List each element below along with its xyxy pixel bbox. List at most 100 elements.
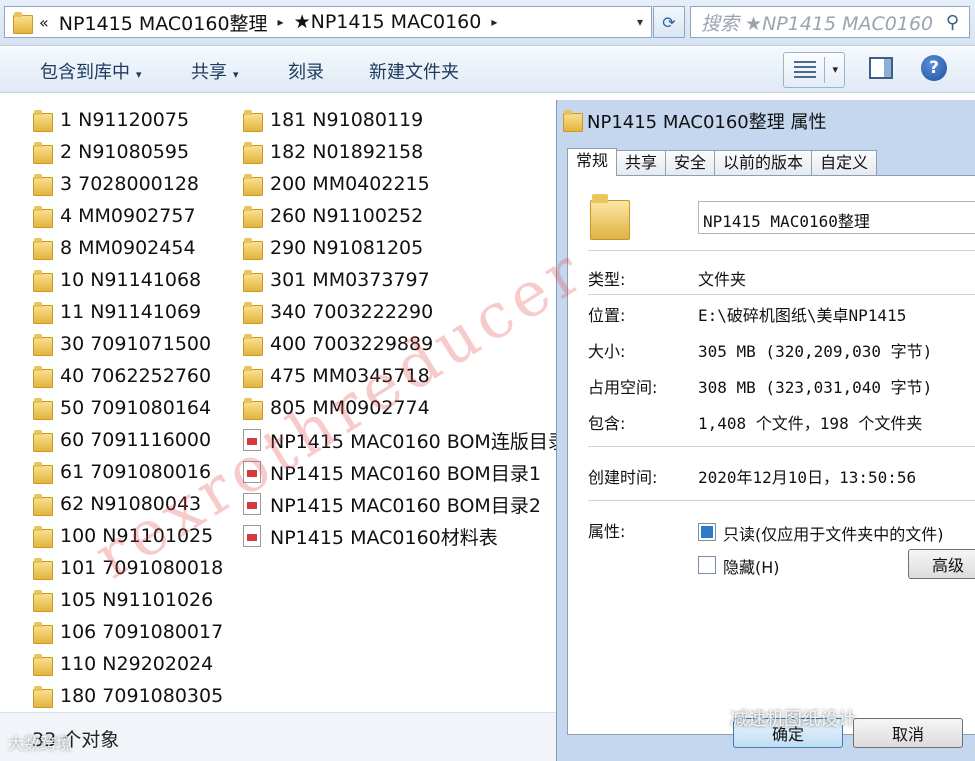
breadcrumb-separator-icon[interactable]: ▸ (491, 15, 497, 29)
item-count: 33 个对象 (32, 729, 120, 751)
readonly-label[interactable]: 只读(仅应用于文件夹中的文件) (723, 521, 944, 545)
tab-customize[interactable]: 自定义 (811, 150, 878, 176)
hidden-label[interactable]: 隐藏(H) (723, 554, 780, 578)
document-item[interactable]: NP1415 MAC0160 BOM连版目录 (243, 424, 567, 456)
folder-item[interactable]: 50 7091080164 (33, 392, 223, 424)
folder-item[interactable]: 200 MM0402215 (243, 168, 567, 200)
item-label: 475 MM0345718 (270, 365, 430, 387)
document-item[interactable]: NP1415 MAC0160 BOM目录1 (243, 456, 567, 488)
folder-item[interactable]: 2 N91080595 (33, 136, 223, 168)
advanced-button[interactable]: 高级 (908, 549, 975, 579)
item-label: 101 7091080018 (60, 557, 224, 579)
search-icon[interactable]: ⚲ (946, 12, 959, 33)
folder-item[interactable]: 40 7062252760 (33, 360, 223, 392)
new-folder-button[interactable]: 新建文件夹 (369, 58, 459, 84)
breadcrumb[interactable]: « NP1415 MAC0160整理 ▸ ★NP1415 MAC0160 ▸ ▾ (4, 6, 652, 38)
dialog-title: NP1415 MAC0160整理 属性 (587, 112, 827, 133)
item-label: 60 7091116000 (60, 429, 212, 451)
refresh-button[interactable]: ⟳ (653, 6, 685, 38)
folder-item[interactable]: 301 MM0373797 (243, 264, 567, 296)
item-label: 400 7003229889 (270, 333, 434, 355)
item-label: 290 N91081205 (270, 237, 424, 259)
document-item[interactable]: NP1415 MAC0160 BOM目录2 (243, 488, 567, 520)
folder-item[interactable]: 290 N91081205 (243, 232, 567, 264)
document-item[interactable]: NP1415 MAC0160材料表 (243, 520, 567, 552)
folder-icon (243, 110, 263, 132)
type-label: 类型: (588, 270, 626, 289)
folder-item[interactable]: 340 7003222290 (243, 296, 567, 328)
folder-item[interactable]: 260 N91100252 (243, 200, 567, 232)
folder-icon (13, 12, 33, 34)
disk-size-label: 占用空间: (588, 378, 658, 397)
share-button[interactable]: 共享 ▾ (191, 58, 239, 84)
item-label: NP1415 MAC0160材料表 (270, 526, 498, 549)
tab-sharing[interactable]: 共享 (616, 150, 667, 176)
folder-item[interactable]: 105 N91101026 (33, 584, 223, 616)
location-label: 位置: (588, 306, 626, 325)
folder-icon (33, 142, 53, 164)
item-label: 10 N91141068 (60, 269, 202, 291)
folder-item[interactable]: 61 7091080016 (33, 456, 223, 488)
item-label: 4 MM0902757 (60, 205, 196, 227)
breadcrumb-item-parent[interactable]: NP1415 MAC0160整理 (59, 9, 268, 36)
folder-icon (243, 142, 263, 164)
folder-name-field[interactable]: NP1415 MAC0160整理 (698, 201, 975, 234)
folder-icon (243, 206, 263, 228)
ok-button[interactable]: 确定 (733, 718, 843, 748)
folder-item[interactable]: 110 N29202024 (33, 648, 223, 680)
item-label: 181 N91080119 (270, 109, 424, 131)
breadcrumb-separator-icon[interactable]: ▸ (278, 15, 284, 29)
change-view-button[interactable]: ▾ (783, 52, 845, 88)
readonly-checkbox[interactable] (698, 523, 716, 541)
folder-icon (33, 238, 53, 260)
folder-item[interactable]: 3 7028000128 (33, 168, 223, 200)
burn-button[interactable]: 刻录 (288, 58, 324, 84)
search-input[interactable]: 搜索 ★NP1415 MAC0160 ⚲ (690, 6, 970, 38)
folder-item[interactable]: 182 N01892158 (243, 136, 567, 168)
folder-item[interactable]: 8 MM0902454 (33, 232, 223, 264)
dialog-tabs: 常规 共享 安全 以前的版本 自定义 (567, 148, 878, 176)
folder-item[interactable]: 400 7003229889 (243, 328, 567, 360)
tab-previous-versions[interactable]: 以前的版本 (714, 150, 813, 176)
item-label: 40 7062252760 (60, 365, 212, 387)
divider (588, 500, 975, 501)
item-label: 200 MM0402215 (270, 173, 430, 195)
folder-item[interactable]: 11 N91141069 (33, 296, 223, 328)
folder-item[interactable]: 30 7091071500 (33, 328, 223, 360)
chevron-down-icon[interactable]: ▾ (832, 63, 838, 76)
file-column-1: 1 N91120075 2 N91080595 3 7028000128 4 MM09… (33, 104, 223, 712)
folder-item[interactable]: 805 MM0902774 (243, 392, 567, 424)
preview-pane-icon[interactable] (869, 57, 893, 79)
address-dropdown-icon[interactable]: ▾ (637, 15, 643, 29)
cancel-button[interactable]: 取消 (853, 718, 963, 748)
item-label: 3 7028000128 (60, 173, 200, 195)
folder-item[interactable]: 101 7091080018 (33, 552, 223, 584)
folder-icon (33, 430, 53, 452)
breadcrumb-overflow[interactable]: « (39, 13, 49, 32)
folder-item[interactable]: 62 N91080043 (33, 488, 223, 520)
type-value: 文件夹 (698, 270, 747, 289)
folder-item[interactable]: 180 7091080305 (33, 680, 223, 712)
folder-item[interactable]: 100 N91101025 (33, 520, 223, 552)
details-view-icon (794, 61, 816, 79)
folder-item[interactable]: 1 N91120075 (33, 104, 223, 136)
hidden-checkbox[interactable] (698, 556, 716, 574)
item-label: 100 N91101025 (60, 525, 214, 547)
share-label: 共享 (191, 62, 227, 83)
folder-item[interactable]: 60 7091116000 (33, 424, 223, 456)
folder-item[interactable]: 106 7091080017 (33, 616, 223, 648)
tab-general[interactable]: 常规 (567, 148, 618, 176)
include-in-library-button[interactable]: 包含到库中 ▾ (40, 58, 142, 84)
breadcrumb-item-current[interactable]: ★NP1415 MAC0160 (294, 11, 482, 33)
folder-item[interactable]: 4 MM0902757 (33, 200, 223, 232)
help-icon[interactable]: ? (921, 55, 947, 81)
folder-icon (33, 270, 53, 292)
folder-item[interactable]: 475 MM0345718 (243, 360, 567, 392)
item-label: 182 N01892158 (270, 141, 424, 163)
folder-icon (243, 174, 263, 196)
item-label: 61 7091080016 (60, 461, 212, 483)
folder-item[interactable]: 181 N91080119 (243, 104, 567, 136)
contains-label: 包含: (588, 414, 626, 433)
tab-security[interactable]: 安全 (665, 150, 716, 176)
folder-item[interactable]: 10 N91141068 (33, 264, 223, 296)
